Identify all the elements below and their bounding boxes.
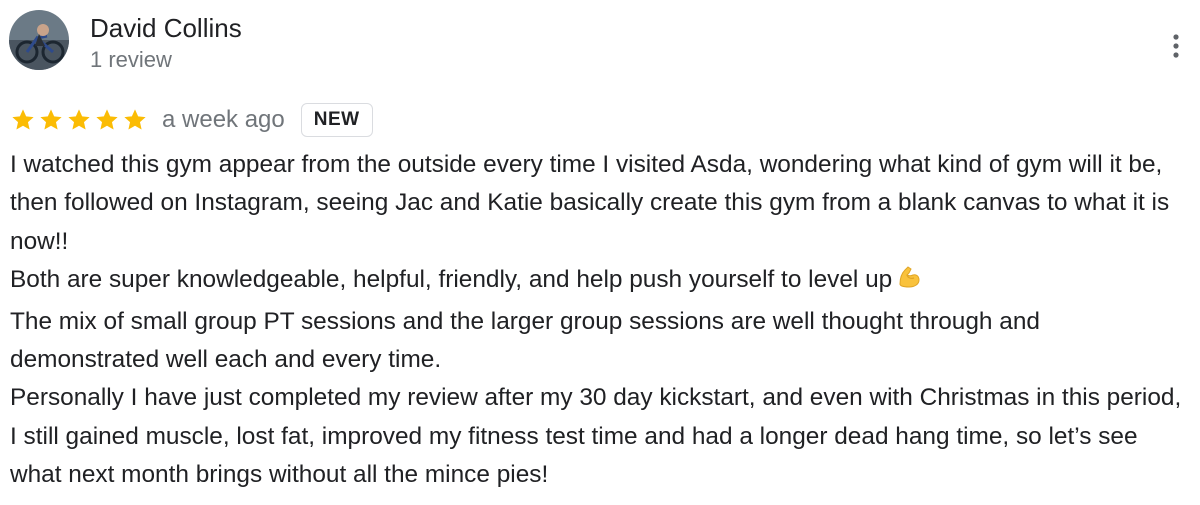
star-icon — [68, 109, 90, 130]
review-date: a week ago — [162, 106, 285, 133]
flexed-biceps-emoji-icon — [896, 264, 922, 302]
avatar[interactable] — [9, 10, 69, 70]
rating-row: a week ago NEW — [10, 101, 373, 139]
review-paragraph: Both are super knowledgeable, helpful, f… — [10, 261, 1190, 302]
new-badge: NEW — [300, 103, 373, 137]
review-paragraph: Personally I have just completed my revi… — [10, 384, 1182, 489]
more-vert-icon — [1173, 34, 1179, 58]
author-review-count[interactable]: 1 review — [90, 45, 172, 75]
more-options-button[interactable] — [1160, 26, 1192, 66]
star-icon — [96, 109, 118, 130]
star-icon — [124, 109, 146, 130]
review-card: David Collins 1 review a week ago NEW I … — [0, 0, 1200, 505]
review-paragraph-text: Both are super knowledgeable, helpful, f… — [10, 266, 893, 294]
star-icon — [40, 109, 62, 130]
review-paragraph: I watched this gym appear from the outsi… — [10, 151, 1170, 255]
profile-photo-bicycle-icon — [9, 10, 69, 70]
review-paragraph: The mix of small group PT sessions and t… — [10, 307, 1040, 374]
star-rating — [10, 107, 148, 133]
review-text: I watched this gym appear from the outsi… — [10, 146, 1190, 495]
author-name[interactable]: David Collins — [90, 12, 242, 44]
star-icon — [12, 109, 34, 130]
